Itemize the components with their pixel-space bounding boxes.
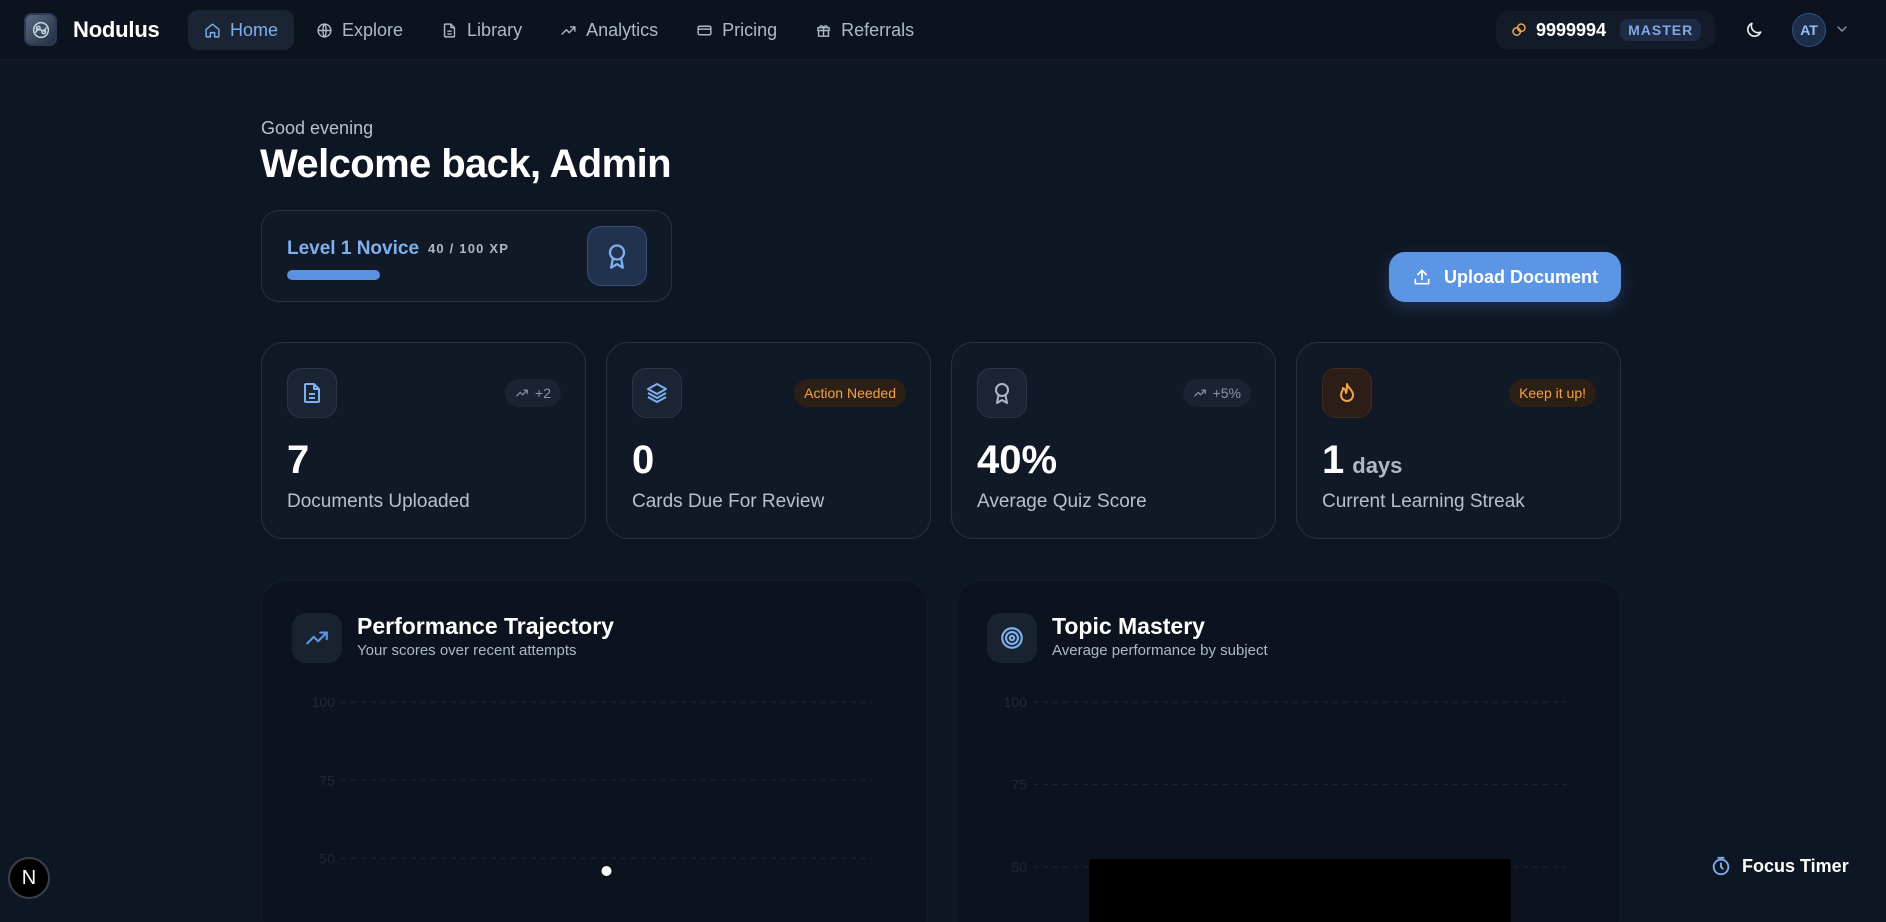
nav-item-label: Referrals [841,19,915,40]
nav-item-pricing[interactable]: Pricing [680,10,793,50]
document-icon [287,368,337,418]
brand-name[interactable]: Nodulus [73,17,160,43]
trend-value: +2 [535,385,551,401]
credit-card-icon [697,25,712,35]
stat-card-documents[interactable]: +2 7 Documents Uploaded [261,342,586,539]
nav-item-home[interactable]: Home [188,10,295,50]
stat-card-quiz-score[interactable]: +5% 40% Average Quiz Score [951,342,1276,539]
xp-progress-fill [287,270,380,280]
stat-label: Average Quiz Score [977,491,1147,512]
panel-title: Topic Mastery [1052,613,1205,639]
page-title: Welcome back, Admin [260,142,672,186]
stat-unit: days [1352,453,1403,478]
status-badge: Keep it up! [1509,379,1596,407]
stat-card-cards-due[interactable]: Action Needed 0 Cards Due For Review [606,342,931,539]
y-tick-label: 100 [1004,694,1028,710]
target-icon [987,613,1037,663]
theme-toggle-button[interactable] [1738,14,1770,46]
file-icon [443,22,456,38]
stat-value: 0 [632,438,654,483]
trending-up-icon [1193,389,1206,397]
moon-icon [1747,22,1762,37]
stat-label: Cards Due For Review [632,491,825,512]
xp-progress-bar [287,270,587,280]
nav-item-label: Home [230,19,279,40]
trend-badge: +5% [1182,379,1251,407]
globe-icon [317,22,332,38]
stat-value: 7 [287,438,309,483]
nav-item-label: Explore [342,19,404,40]
nav-item-label: Library [467,19,523,40]
timer-icon [1712,856,1730,876]
level-card: Level 1 Novice 40 / 100 XP [261,210,672,302]
credits-amount: 9999994 [1536,19,1607,40]
nav-item-explore[interactable]: Explore [300,10,419,50]
focus-timer-button[interactable]: Focus Timer [1710,852,1849,880]
award-icon [977,368,1027,418]
y-tick-label: 50 [1011,859,1027,875]
performance-chart-panel: 100755025 Performance Trajectory Your sc… [261,580,928,922]
level-title: Level 1 Novice [287,238,420,259]
brand-logo-icon[interactable] [24,13,57,46]
panel-title: Performance Trajectory [357,613,614,639]
stat-label: Current Learning Streak [1322,491,1525,512]
level-award-icon [587,226,647,286]
y-tick-label: 75 [1011,777,1027,793]
panel-subtitle: Average performance by subject [1052,642,1268,659]
stat-label: Documents Uploaded [287,491,470,512]
focus-timer-label: Focus Timer [1742,855,1849,876]
nav-item-label: Pricing [722,19,778,40]
trending-up-icon [516,389,528,397]
top-navbar: Nodulus Home Explore Library Analytics P… [0,0,1886,60]
chevron-down-icon[interactable] [1834,21,1850,37]
y-tick-label: 50 [319,851,335,867]
home-icon [205,22,220,38]
gift-icon [817,24,831,37]
dev-tools-badge[interactable]: N [8,857,50,899]
upload-button-label: Upload Document [1443,266,1598,287]
bar [1089,859,1511,922]
stat-number: 1 [1322,438,1345,482]
stat-number: 40% [977,438,1058,482]
nav-item-referrals[interactable]: Referrals [799,10,930,50]
xp-label: 40 / 100 XP [428,241,510,256]
nav-item-library[interactable]: Library [425,10,538,50]
tier-badge: MASTER [1620,19,1702,41]
nav-item-analytics[interactable]: Analytics [544,10,674,50]
flame-icon [1322,368,1372,418]
topic-mastery-panel: 100755025 Topic Mastery Average performa… [956,580,1621,922]
trend-value: +5% [1212,385,1241,401]
stat-value: 40% [977,438,1057,483]
main-nav: Home Explore Library Analytics Pricing R… [188,10,930,50]
credits-balance[interactable]: 9999994 MASTER [1496,11,1716,49]
y-tick-label: 75 [319,772,335,788]
panel-subtitle: Your scores over recent attempts [357,642,577,659]
greeting-text: Good evening [261,118,374,138]
nav-item-label: Analytics [586,19,659,40]
coins-icon [1512,23,1526,36]
stat-value: 1 days [1322,438,1402,483]
stat-number: 7 [287,438,310,482]
data-point [601,866,612,877]
trending-up-icon [292,613,342,663]
upload-icon [1414,269,1430,285]
y-tick-label: 100 [312,694,336,710]
trending-up-icon [561,25,576,35]
trend-badge: +2 [505,379,561,407]
upload-document-button[interactable]: Upload Document [1389,252,1621,302]
stat-number: 0 [632,438,655,482]
status-badge: Action Needed [794,379,906,407]
avatar[interactable]: AT [1792,13,1826,47]
layers-icon [632,368,682,418]
stat-card-streak[interactable]: Keep it up! 1 days Current Learning Stre… [1296,342,1621,539]
